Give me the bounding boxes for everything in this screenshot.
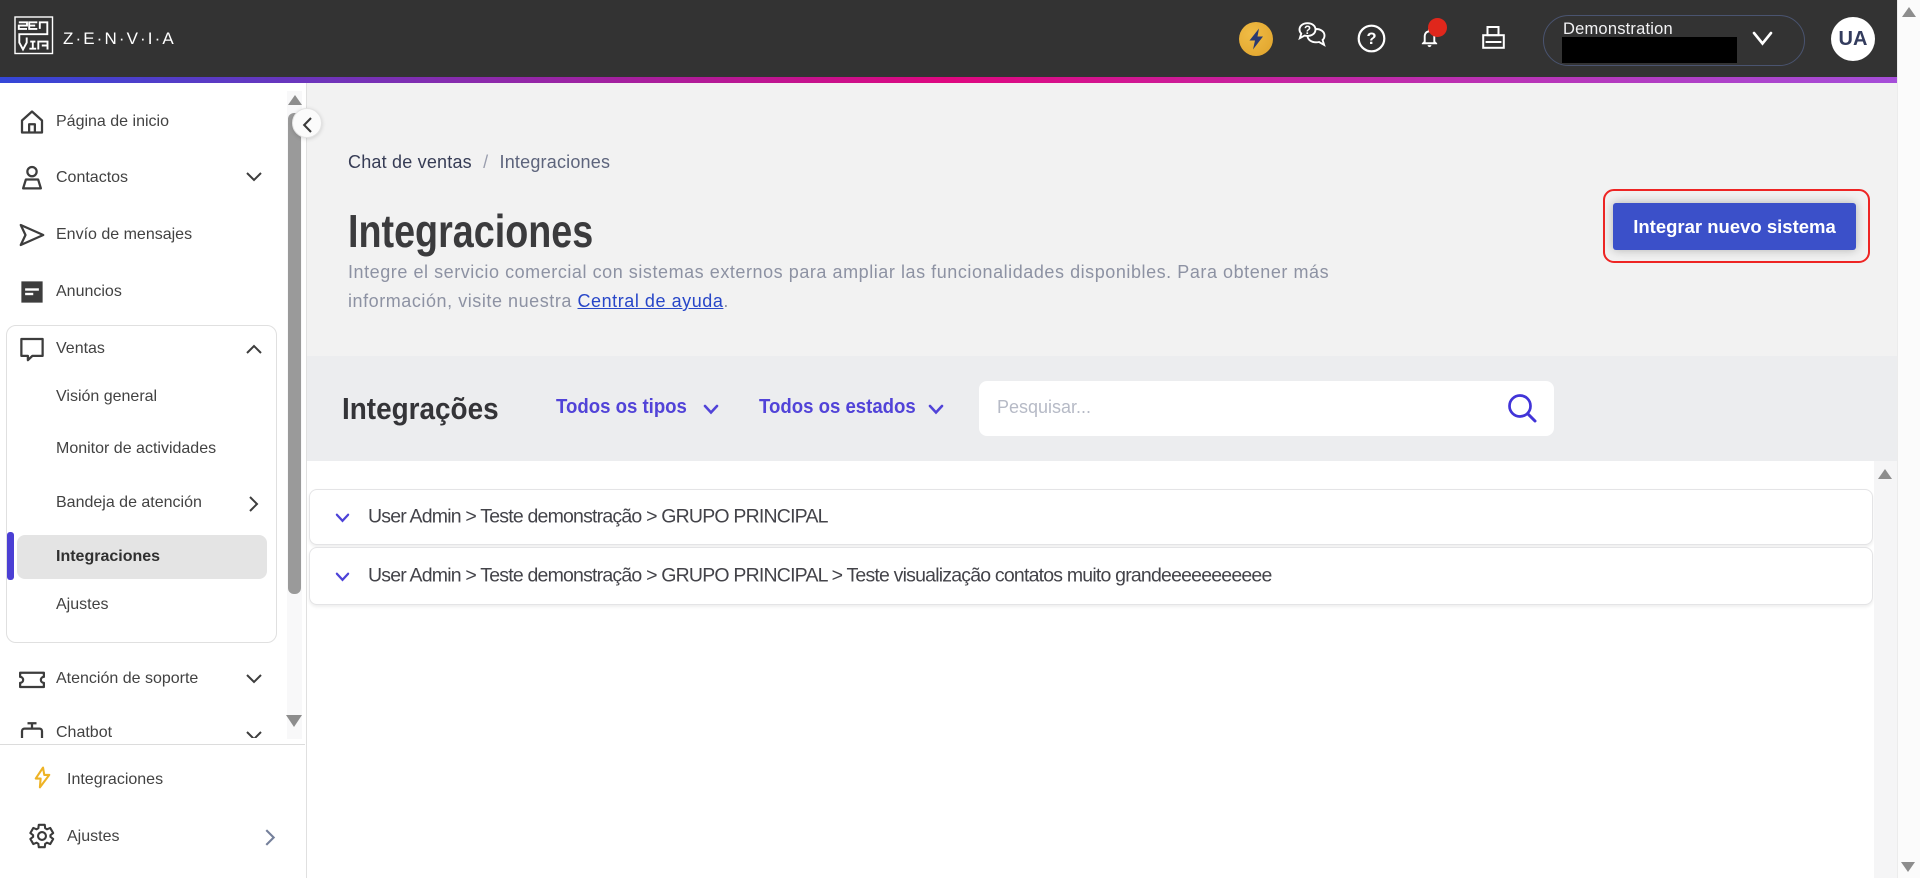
svg-text:?: ? xyxy=(1366,30,1376,48)
svg-text:?: ? xyxy=(1304,25,1311,37)
